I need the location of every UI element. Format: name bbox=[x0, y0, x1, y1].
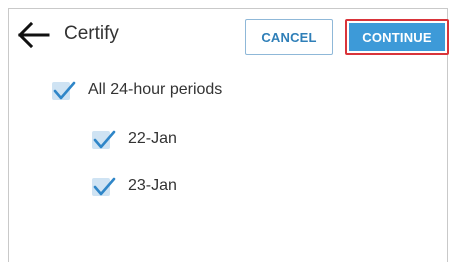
period-label-1: 22-Jan bbox=[128, 130, 177, 147]
checkmark-icon bbox=[93, 177, 116, 196]
back-arrow-icon[interactable] bbox=[16, 21, 50, 49]
checkmark-icon bbox=[53, 81, 76, 100]
all-periods-label: All 24-hour periods bbox=[88, 81, 223, 98]
period-row-2[interactable]: 23-Jan bbox=[92, 172, 177, 200]
period-checkbox-1[interactable] bbox=[92, 128, 116, 150]
period-checkbox-2[interactable] bbox=[92, 175, 116, 197]
continue-button-label: CONTINUE bbox=[349, 23, 445, 51]
continue-button[interactable]: CONTINUE bbox=[345, 19, 449, 55]
cancel-button[interactable]: CANCEL bbox=[245, 19, 333, 55]
all-periods-row[interactable]: All 24-hour periods bbox=[52, 76, 222, 104]
page-title: Certify bbox=[64, 23, 119, 44]
all-periods-checkbox[interactable] bbox=[52, 79, 76, 101]
checkmark-icon bbox=[93, 130, 116, 149]
period-label-2: 23-Jan bbox=[128, 177, 177, 194]
period-row-1[interactable]: 22-Jan bbox=[92, 125, 177, 153]
